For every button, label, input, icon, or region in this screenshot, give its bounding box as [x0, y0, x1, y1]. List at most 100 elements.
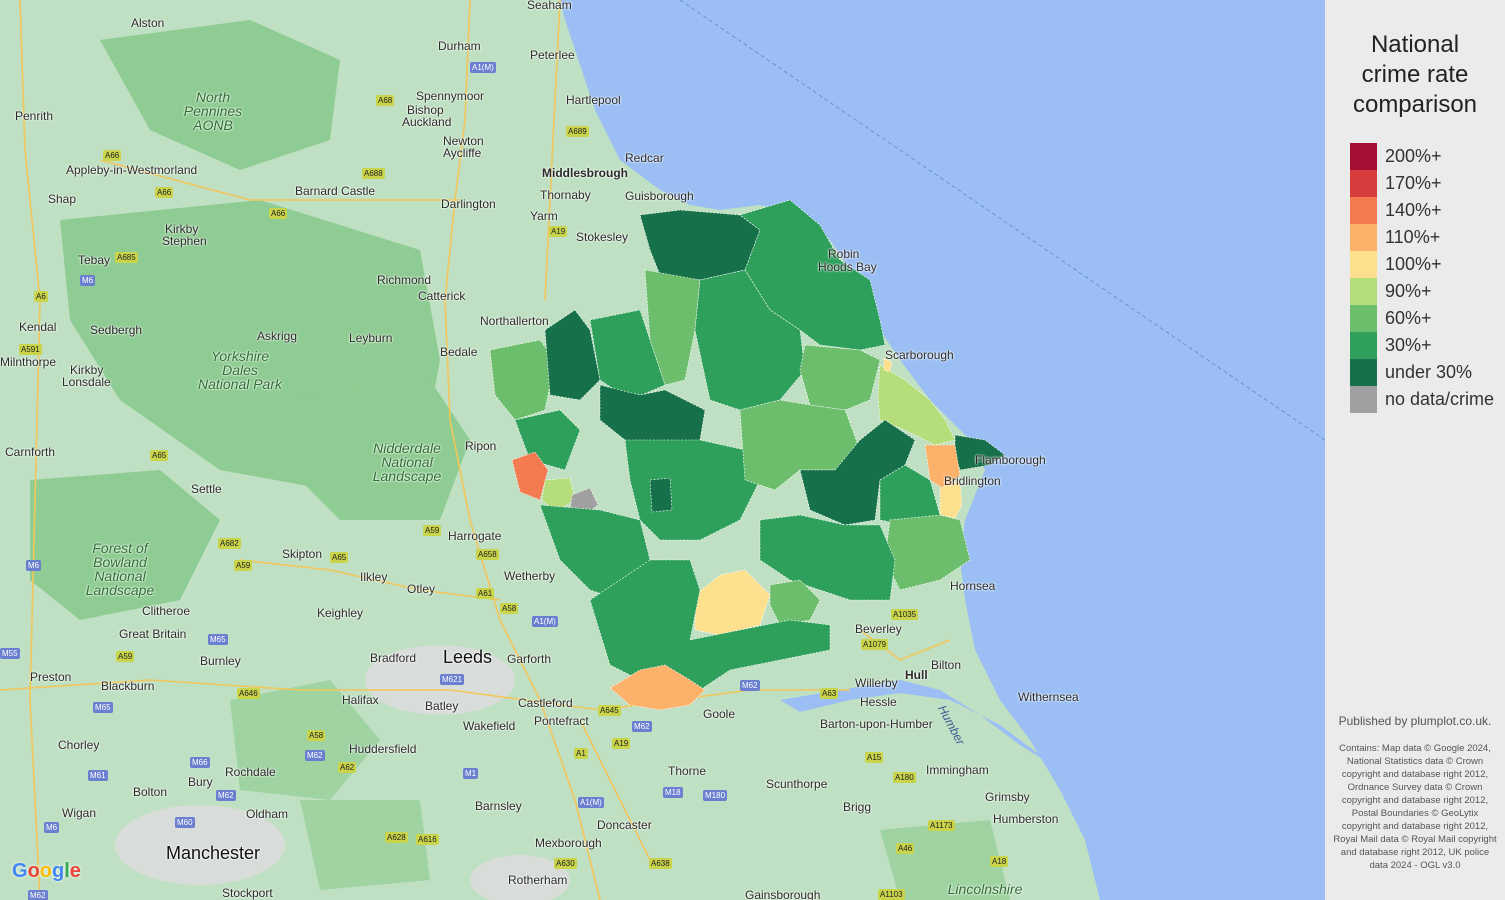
place-label: Redcar	[625, 151, 664, 165]
legend-swatch	[1350, 251, 1377, 278]
place-label: Robin	[828, 247, 860, 261]
road-shield: M62	[305, 750, 325, 761]
place-label: Scarborough	[885, 348, 954, 362]
park-label: Forest of Bowland National Landscape	[85, 540, 155, 598]
park-label: Nidderdale National Landscape	[372, 440, 442, 484]
place-label: Tebay	[78, 253, 111, 267]
place-label: Stokesley	[576, 230, 629, 244]
road-shield: A58	[500, 603, 519, 614]
road-shield: A616	[416, 834, 439, 845]
road-shield: A65	[330, 552, 349, 563]
legend-swatch	[1350, 278, 1377, 305]
place-label: Hartlepool	[566, 93, 621, 107]
legend-label: 110%+	[1385, 227, 1441, 247]
place-label: Wakefield	[463, 719, 516, 733]
place-label: Leyburn	[349, 331, 393, 345]
place-label: Yarm	[530, 209, 558, 223]
road-shield: M65	[93, 702, 113, 713]
road-shield: M62	[740, 680, 760, 691]
road-shield: A61	[476, 588, 495, 599]
place-label: Bolton	[133, 785, 168, 799]
place-label: Catterick	[418, 289, 466, 303]
road-shield: A591	[19, 344, 42, 355]
road-shield: M62	[632, 721, 652, 732]
place-label: Humberston	[993, 812, 1059, 826]
place-label: Wigan	[62, 806, 97, 820]
road-shield: M60	[175, 817, 195, 828]
legend-item: 200%+	[1350, 143, 1442, 170]
place-label: Blackburn	[101, 679, 155, 693]
place-label: Milnthorpe	[0, 355, 57, 369]
place-label: Rochdale	[225, 765, 276, 779]
road-shield: A1(M)	[578, 797, 604, 808]
road-shield: A1(M)	[470, 62, 496, 73]
road-shield: M6	[44, 822, 60, 833]
place-label: Otley	[407, 582, 436, 596]
road-shield: A46	[896, 843, 915, 854]
road-shield: M62	[216, 790, 236, 801]
road-shield: M6	[80, 275, 96, 286]
attribution-text: Contains: Map data © Google 2024, Nation…	[1333, 743, 1497, 871]
place-label: Brigg	[843, 800, 872, 814]
road-shield: A59	[116, 651, 135, 662]
place-label: Oldham	[246, 807, 289, 821]
place-label: Carnforth	[5, 445, 56, 459]
place-label: Goole	[703, 707, 736, 721]
legend-label: 200%+	[1385, 146, 1442, 166]
road-shield: M18	[663, 787, 683, 798]
place-label: Doncaster	[597, 818, 652, 832]
park-label: Yorkshire Dales National Park	[197, 348, 283, 392]
park-label: North Pennines AONB	[183, 89, 243, 133]
place-label: Hessle	[860, 695, 897, 709]
map-area[interactable]: Seaham Alston Durham Peterlee Spennymoor Hart…	[0, 0, 1325, 900]
legend-label: 170%+	[1385, 173, 1442, 193]
road-shield: M6	[26, 560, 42, 571]
place-label: Harrogate	[448, 529, 502, 543]
place-label: Aycliffe	[443, 146, 482, 160]
place-label: Halifax	[342, 693, 379, 707]
region-york-dark	[649, 477, 673, 513]
google-logo: Google	[12, 860, 81, 882]
place-label: Grimsby	[985, 790, 1030, 804]
place-label: Pontefract	[534, 714, 589, 728]
legend-label: 90%+	[1385, 281, 1432, 301]
place-label: Thornaby	[540, 188, 591, 202]
place-label: Keighley	[317, 606, 364, 620]
road-shield: M65	[208, 634, 228, 645]
road-shield: A65	[150, 450, 169, 461]
place-label: Ripon	[465, 439, 497, 453]
place-label: Spennymoor	[416, 89, 485, 103]
road-shield: A1035	[891, 609, 919, 620]
region-north-dark	[639, 209, 761, 281]
legend-item: under 30%	[1350, 359, 1472, 386]
road-shield: A68	[376, 95, 395, 106]
place-label: Mexborough	[535, 836, 602, 850]
legend-item: 140%+	[1350, 197, 1442, 224]
legend-item: 100%+	[1350, 251, 1442, 278]
legend-swatch	[1350, 224, 1377, 251]
road-shield: A658	[476, 549, 499, 560]
road-shield: M621	[440, 674, 465, 685]
legend-item: 90%+	[1350, 278, 1432, 305]
place-label: Shap	[48, 192, 77, 206]
road-shield: A628	[385, 832, 408, 843]
road-shield: A58	[307, 730, 326, 741]
place-label: Hoods Bay	[818, 260, 877, 274]
road-shield: A630	[554, 858, 577, 869]
legend-swatch	[1350, 143, 1377, 170]
place-label: Bury	[188, 775, 213, 789]
place-label: Manchester	[166, 843, 261, 863]
road-shield: M55	[0, 648, 20, 659]
road-shield: A1(M)	[532, 616, 558, 627]
road-shield: A59	[234, 560, 253, 571]
place-label: Castleford	[518, 696, 573, 710]
place-label: Askrigg	[257, 329, 298, 343]
legend-panel: National crime rate comparison 200%+ 170%+ 1…	[1325, 0, 1505, 900]
legend-swatch	[1350, 170, 1377, 197]
place-label: Flamborough	[975, 453, 1046, 467]
road-shield: A1173	[928, 820, 955, 831]
place-label: Auckland	[402, 115, 452, 129]
place-label: Bradford	[370, 651, 417, 665]
legend-swatch	[1350, 197, 1377, 224]
place-label: Ilkley	[360, 570, 388, 584]
